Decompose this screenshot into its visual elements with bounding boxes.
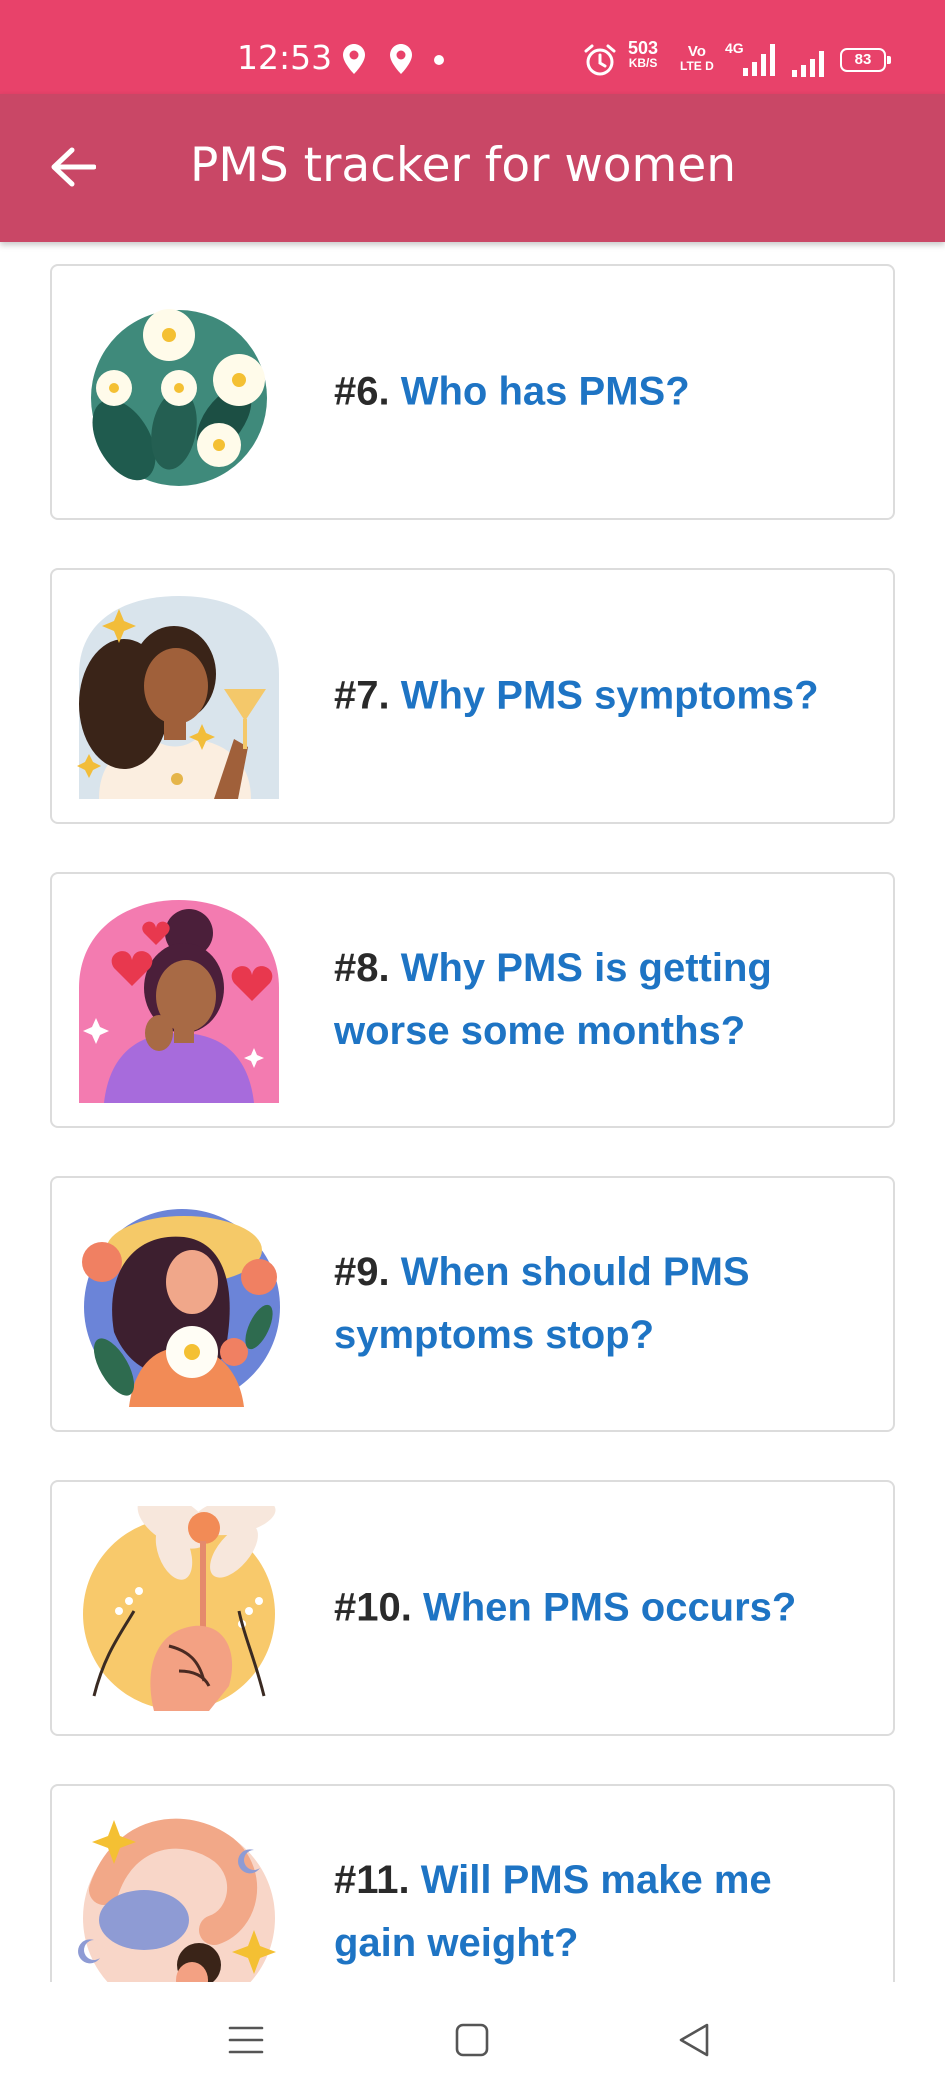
hand-daisy-illustration: [74, 1506, 284, 1711]
page-title: PMS tracker for women: [190, 138, 737, 193]
signal-icon: [792, 51, 824, 77]
location-pin-icon: [390, 44, 412, 74]
article-number: #10.: [334, 1585, 412, 1630]
article-title[interactable]: When should PMS symptoms stop?: [334, 1250, 750, 1357]
article-number: #11.: [334, 1858, 410, 1902]
menu-icon[interactable]: [228, 2022, 264, 2058]
article-title[interactable]: Why PMS is getting worse some months?: [334, 946, 772, 1053]
article-number: #8.: [334, 946, 390, 990]
woman-with-hearts-illustration: [74, 898, 284, 1103]
article-title[interactable]: Who has PMS?: [401, 370, 690, 414]
location-pin-icon: [343, 44, 365, 74]
network-speed: 503 KB/S: [628, 38, 659, 70]
article-card[interactable]: #7. Why PMS symptoms?: [50, 568, 895, 824]
home-icon[interactable]: [454, 2022, 490, 2058]
back-triangle-icon[interactable]: [676, 2022, 712, 2058]
status-time: 12:53: [237, 38, 333, 77]
daisy-illustration: [74, 290, 284, 495]
article-card[interactable]: #11. Will PMS make me gain weight?: [50, 1784, 895, 1982]
article-title[interactable]: Why PMS symptoms?: [401, 674, 819, 718]
article-number: #7.: [334, 673, 390, 718]
svg-text:4G: 4G: [725, 40, 744, 56]
woman-with-hat-illustration: [74, 1202, 284, 1407]
back-arrow-icon[interactable]: [50, 146, 96, 188]
status-bar: 12:53 503 KB/S Vo LTE D 4G 83: [0, 0, 945, 94]
article-card[interactable]: #9. When should PMS symptoms stop?: [50, 1176, 895, 1432]
app-bar: PMS tracker for women: [0, 94, 945, 242]
notification-dot-icon: [434, 55, 444, 65]
alarm-icon: [584, 44, 616, 76]
article-card[interactable]: #8. Why PMS is getting worse some months…: [50, 872, 895, 1128]
article-list: #6. Who has PMS? #7. Why PMS symptoms? #…: [0, 242, 945, 1982]
article-card[interactable]: #6. Who has PMS?: [50, 264, 895, 520]
battery-icon: 83: [840, 48, 891, 72]
article-title[interactable]: When PMS occurs?: [423, 1586, 796, 1630]
signal-icon: 4G: [725, 40, 775, 76]
article-card[interactable]: #10. When PMS occurs?: [50, 1480, 895, 1736]
article-number: #9.: [334, 1250, 390, 1294]
yoga-illustration: [74, 1810, 284, 1982]
system-navigation-bar: [0, 1982, 945, 2100]
article-number: #6.: [334, 369, 390, 414]
volte-indicator: Vo LTE D: [680, 43, 714, 73]
woman-with-drink-illustration: [74, 594, 284, 799]
